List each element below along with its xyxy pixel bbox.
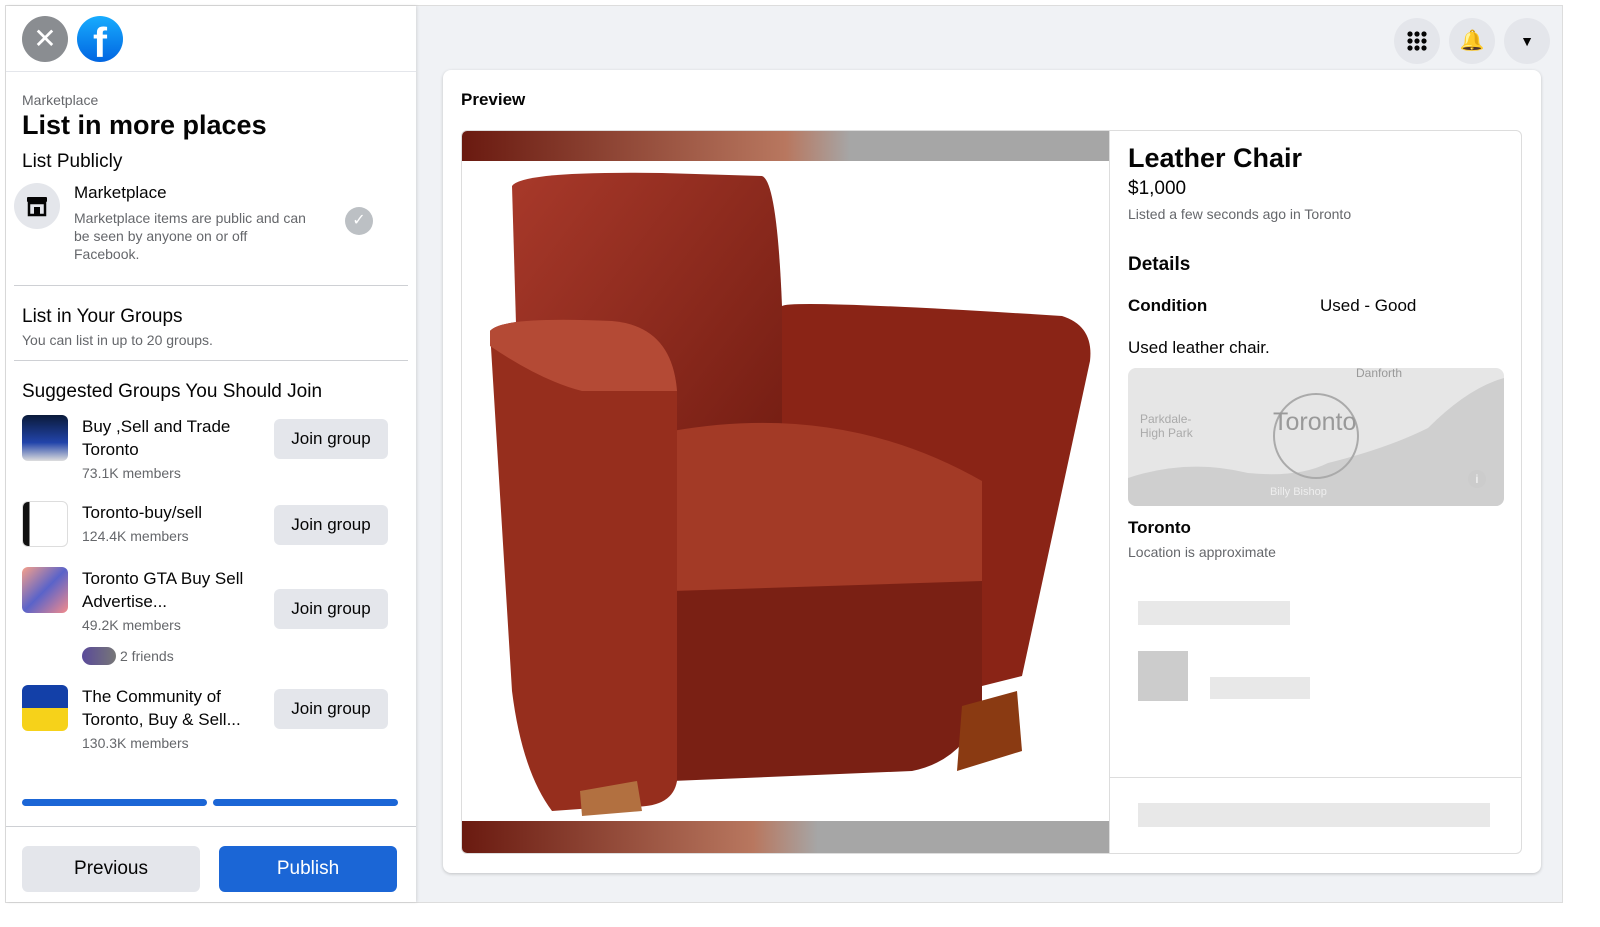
listing-price: $1,000 (1128, 178, 1187, 199)
location-note: Location is approximate (1128, 544, 1276, 560)
marketplace-desc: Marketplace items are public and can be … (74, 210, 306, 262)
blurred-button (1138, 803, 1490, 827)
left-panel: ✕ f Marketplace List in more places List… (6, 6, 416, 902)
group-members: 124.4K members (82, 528, 189, 544)
friend-avatars (82, 647, 116, 665)
location-name: Toronto (1128, 518, 1191, 537)
previous-button[interactable]: Previous (22, 846, 200, 892)
marketplace-name: Marketplace (74, 183, 167, 202)
listing-time: Listed a few seconds ago in Toronto (1128, 206, 1352, 222)
info-icon[interactable]: i (1468, 470, 1486, 488)
join-group-button[interactable]: Join group (274, 419, 388, 459)
list-publicly-heading: List Publicly (22, 151, 123, 172)
group-name[interactable]: The Community of Toronto, Buy & Sell... (82, 685, 252, 731)
group-item: Toronto GTA Buy Sell Advertise... 49.2K m… (22, 567, 416, 665)
group-image (22, 567, 68, 613)
groups-heading: List in Your Groups (22, 306, 183, 327)
marketplace-option[interactable]: Marketplace Marketplace items are public… (6, 183, 416, 263)
join-group-button[interactable]: Join group (274, 589, 388, 629)
groups-sub: You can list in up to 20 groups. (22, 332, 213, 348)
join-group-button[interactable]: Join group (274, 689, 388, 729)
listing-title: Leather Chair (1128, 143, 1303, 173)
map-label: Danforth (1356, 368, 1403, 380)
map-city-label: Toronto (1273, 408, 1357, 436)
listing-description: Used leather chair. (1128, 338, 1270, 357)
store-icon (14, 183, 60, 229)
group-image (22, 501, 68, 547)
group-item: Toronto-buy/sell 124.4K members Join grou… (22, 501, 416, 547)
location-map[interactable]: Danforth Parkdale-High Park Toronto Bill… (1128, 368, 1504, 506)
check-icon[interactable]: ✓ (345, 207, 373, 235)
apps-grid-icon[interactable] (1394, 18, 1440, 64)
page-title: List in more places (22, 110, 267, 140)
listing-details: Leather Chair $1,000 Listed a few second… (1109, 131, 1521, 853)
footer: Previous Publish (6, 826, 416, 902)
group-image (22, 685, 68, 731)
preview-card: Preview Leather Chair $1,000 Listed a fe… (443, 70, 1541, 873)
bell-icon[interactable]: 🔔 (1449, 18, 1495, 64)
facebook-logo[interactable]: f (77, 16, 123, 62)
blurred-avatar (1138, 651, 1188, 701)
top-bar: ✕ f (6, 6, 416, 72)
map-label: Billy Bishop (1270, 486, 1327, 498)
group-members: 73.1K members (82, 465, 181, 481)
window: ✕ f Marketplace List in more places List… (5, 5, 1563, 903)
group-members: 130.3K members (82, 735, 189, 751)
group-name[interactable]: Buy ,Sell and Trade Toronto (82, 415, 252, 461)
group-item: The Community of Toronto, Buy & Sell... 1… (22, 685, 416, 751)
suggested-heading: Suggested Groups You Should Join (22, 381, 323, 402)
group-name[interactable]: Toronto GTA Buy Sell Advertise... (82, 567, 252, 613)
map-label: Parkdale-High Park (1140, 412, 1193, 440)
publish-button[interactable]: Publish (219, 846, 397, 892)
chevron-down-icon[interactable]: ▼ (1504, 18, 1550, 64)
breadcrumb: Marketplace (22, 92, 99, 108)
details-heading: Details (1128, 254, 1191, 275)
group-item: Buy ,Sell and Trade Toronto 73.1K members… (22, 415, 416, 481)
listing-image (462, 131, 1109, 853)
condition-value: Used - Good (1320, 296, 1417, 315)
blurred-content (1138, 601, 1290, 625)
close-icon[interactable]: ✕ (22, 16, 68, 62)
progress-bars (22, 799, 398, 806)
group-members: 49.2K members (82, 617, 181, 633)
blurred-content (1210, 677, 1310, 699)
group-image (22, 415, 68, 461)
group-friends: 2 friends (120, 648, 174, 664)
join-group-button[interactable]: Join group (274, 505, 388, 545)
condition-label: Condition (1128, 296, 1208, 315)
leather-chair-image (490, 172, 1091, 816)
preview-label: Preview (461, 90, 526, 109)
divider (1110, 777, 1521, 778)
group-name[interactable]: Toronto-buy/sell (82, 501, 252, 524)
